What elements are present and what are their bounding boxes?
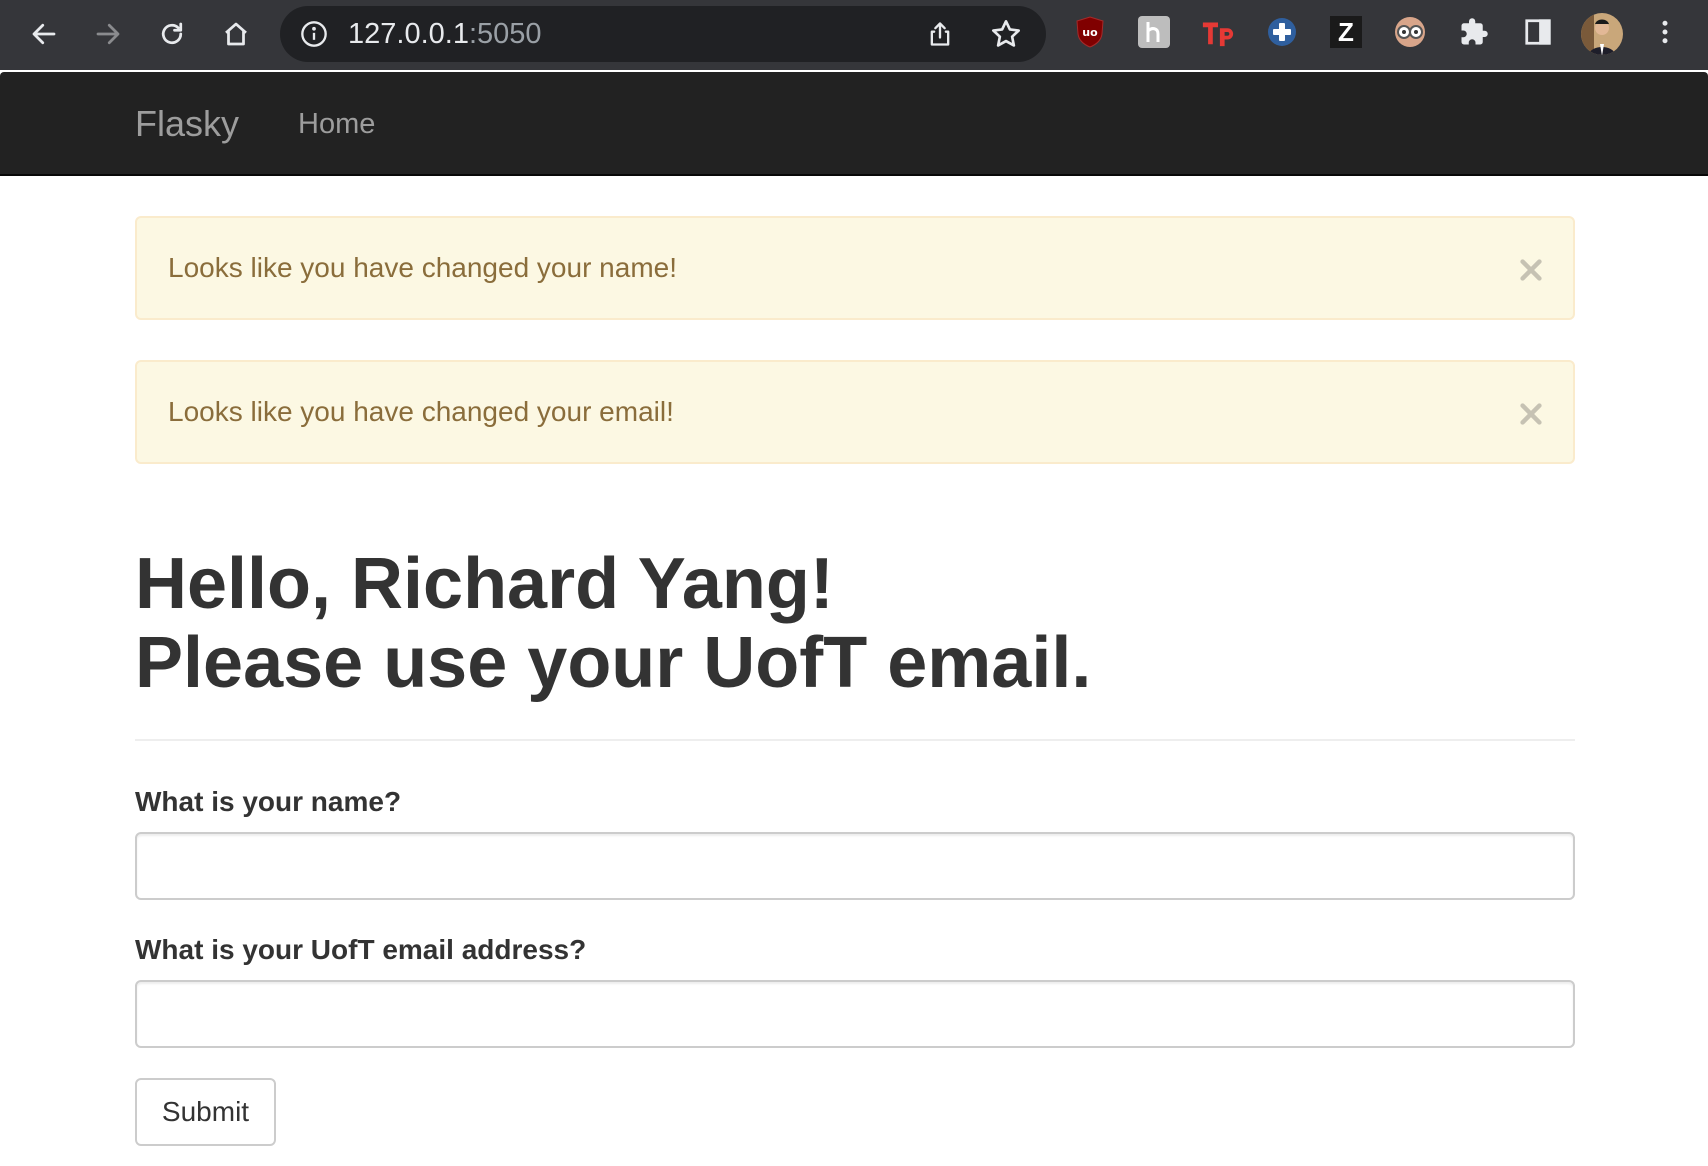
close-icon[interactable]: [1517, 256, 1545, 284]
ublock-extension[interactable]: uo: [1073, 15, 1107, 49]
profile-avatar[interactable]: [1580, 12, 1624, 56]
extensions-button[interactable]: [1457, 15, 1491, 49]
page-title: Hello, Richard Yang! Please use your Uof…: [135, 545, 1575, 703]
greeting-line: Hello, Richard Yang!: [135, 544, 834, 624]
share-icon[interactable]: [926, 20, 954, 48]
email-field[interactable]: [135, 980, 1575, 1048]
hypothesis-extension[interactable]: [1137, 15, 1171, 49]
chrome-menu-button[interactable]: [1648, 15, 1682, 49]
side-panel-icon: [1525, 19, 1551, 45]
name-label: What is your name?: [135, 786, 402, 817]
header-divider: [135, 739, 1575, 741]
forward-button[interactable]: [88, 14, 128, 54]
tp-extension[interactable]: [1201, 15, 1235, 49]
glasses-face-icon: [1395, 17, 1425, 47]
arrow-right-icon: [96, 23, 120, 45]
home-icon: [225, 22, 247, 46]
puzzle-icon: [1461, 18, 1488, 45]
plus-badge-icon: [1268, 18, 1296, 46]
nav-link-home[interactable]: Home: [298, 72, 375, 176]
side-panel-button[interactable]: [1521, 15, 1555, 49]
reload-icon: [161, 22, 183, 45]
z-icon: Z: [1330, 16, 1362, 48]
tp-logo-icon: [1202, 22, 1234, 47]
url-text[interactable]: 127.0.0.1:5050: [348, 6, 542, 62]
navbar: Flasky Home: [0, 72, 1708, 176]
glasses-extension[interactable]: [1393, 15, 1427, 49]
svg-text:uo: uo: [1082, 26, 1098, 39]
bookmark-star-icon[interactable]: [990, 18, 1022, 50]
flash-alert-name: Looks like you have changed your name!: [135, 216, 1575, 320]
browser-toolbar: 127.0.0.1:5050 uo Z: [0, 0, 1708, 70]
info-icon[interactable]: [300, 20, 328, 48]
instruction-line: Please use your UofT email.: [135, 623, 1092, 703]
flash-alert-email: Looks like you have changed your email!: [135, 360, 1575, 464]
ublock-shield-icon: uo: [1076, 16, 1104, 48]
z-letter: Z: [1338, 17, 1354, 47]
reload-button[interactable]: [152, 14, 192, 54]
alert-message: Looks like you have changed your email!: [168, 396, 674, 427]
back-button[interactable]: [24, 14, 64, 54]
hypothesis-icon: [1138, 16, 1170, 48]
url-host: 127.0.0.1: [348, 18, 469, 50]
navbar-brand[interactable]: Flasky: [135, 72, 239, 176]
close-icon[interactable]: [1517, 400, 1545, 428]
blue-cross-extension[interactable]: [1265, 15, 1299, 49]
avatar-icon: [1581, 13, 1623, 55]
submit-button[interactable]: Submit: [135, 1078, 276, 1146]
more-vertical-icon: [1662, 20, 1668, 44]
arrow-left-icon: [32, 23, 56, 45]
z-extension[interactable]: Z: [1329, 15, 1363, 49]
address-bar[interactable]: 127.0.0.1:5050: [280, 6, 1046, 62]
email-label: What is your UofT email address?: [135, 934, 587, 965]
url-port: :5050: [468, 18, 542, 50]
name-field[interactable]: [135, 832, 1575, 900]
home-button[interactable]: [216, 14, 256, 54]
alert-message: Looks like you have changed your name!: [168, 252, 677, 283]
